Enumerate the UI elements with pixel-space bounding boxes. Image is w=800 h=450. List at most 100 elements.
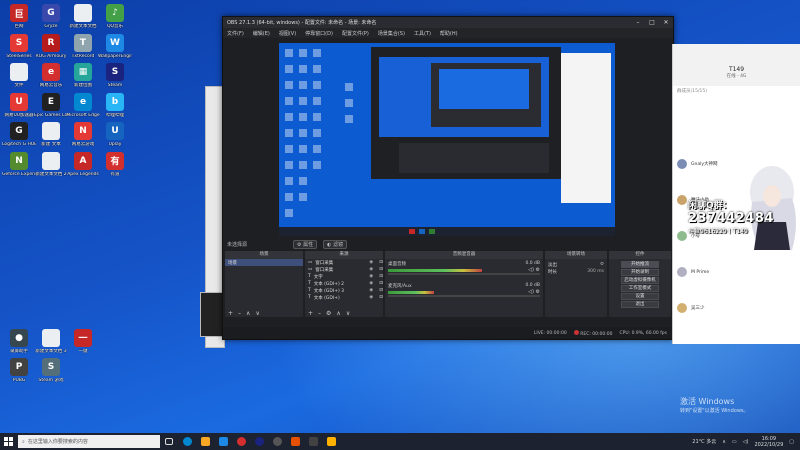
desktop-icon[interactable]: N Geforce Experience bbox=[2, 151, 36, 184]
desktop-icon[interactable]: G Logitech G HUB bbox=[2, 122, 36, 154]
desktop-icon[interactable]: N 网易云游戏 bbox=[66, 122, 100, 154]
desktop-icon[interactable]: E Epic Games Launcher bbox=[34, 92, 68, 125]
properties-button[interactable]: ⚙ 属性 bbox=[293, 240, 318, 249]
taskbar-obs[interactable] bbox=[268, 433, 286, 450]
taskbar-app[interactable] bbox=[286, 433, 304, 450]
desktop-icon[interactable]: P PUBG bbox=[2, 358, 36, 390]
taskbar-edge[interactable] bbox=[178, 433, 196, 450]
add-icon[interactable]: + bbox=[308, 310, 313, 317]
gear-icon[interactable]: ⚙ bbox=[536, 267, 540, 273]
transition-select[interactable]: 淡出 bbox=[548, 262, 557, 268]
lock-icon[interactable]: ⊡ bbox=[379, 295, 383, 300]
menu-item[interactable]: 场景集合(S) bbox=[378, 30, 405, 37]
menu-item[interactable]: 配置文件(P) bbox=[342, 30, 369, 37]
source-item[interactable]: T 文字 ◉ ⊡ bbox=[305, 273, 383, 280]
obs-title-bar[interactable]: OBS 27.1.3 (64-bit, windows) - 配置文件: 未命名… bbox=[223, 17, 673, 28]
volume-slider[interactable] bbox=[388, 273, 540, 275]
notification-icon[interactable]: ▢ bbox=[789, 439, 794, 445]
menu-item[interactable]: 视图(V) bbox=[279, 30, 296, 37]
gear-icon[interactable]: ⚙ bbox=[536, 289, 540, 295]
eye-icon[interactable]: ◉ bbox=[369, 267, 376, 272]
network-icon[interactable]: ▭ bbox=[732, 439, 737, 445]
desktop-icon[interactable]: 新建 文本 bbox=[34, 122, 68, 154]
weather-widget[interactable]: 21°C 多云 bbox=[692, 438, 716, 445]
menu-item[interactable]: 文件(F) bbox=[227, 30, 244, 37]
chevron-up-icon[interactable]: ∧ bbox=[722, 439, 726, 445]
desktop-icon[interactable]: b 哔哩哔哩 bbox=[98, 92, 132, 125]
desktop-icon[interactable]: S Steam bbox=[98, 63, 132, 95]
taskbar-explorer[interactable] bbox=[196, 433, 214, 450]
desktop-icon[interactable]: e 网易云音乐 bbox=[34, 63, 68, 95]
lock-icon[interactable]: ⊡ bbox=[379, 274, 383, 279]
settings-button[interactable]: 设置 bbox=[621, 293, 659, 300]
desktop-icon[interactable]: G Gryze bbox=[34, 4, 68, 36]
scene-item[interactable]: 场景 bbox=[225, 259, 303, 266]
speaker-icon[interactable]: ◁) bbox=[528, 289, 535, 295]
chevron-down-icon[interactable]: ⚙ bbox=[600, 262, 607, 267]
desktop-icon[interactable]: 有有道 bbox=[98, 151, 132, 184]
source-item[interactable]: ▭ 窗口采集 ◉ ⊡ bbox=[305, 259, 383, 266]
menu-item[interactable]: 停靠窗口(D) bbox=[305, 30, 333, 37]
desktop-icon[interactable]: 巨巨网 bbox=[2, 4, 36, 36]
eye-icon[interactable]: ◉ bbox=[369, 295, 376, 300]
desktop-icon[interactable]: ♪ QQ音乐 bbox=[98, 4, 132, 36]
desktop-icon[interactable]: T TxtRecord bbox=[66, 33, 100, 66]
up-icon[interactable]: ∧ bbox=[246, 310, 250, 317]
up-icon[interactable]: ∧ bbox=[336, 310, 340, 317]
desktop-icon[interactable]: 新建文本文档 2 bbox=[34, 151, 68, 184]
taskbar-steam[interactable] bbox=[250, 433, 268, 450]
desktop-icon[interactable]: ● 录屏助手 bbox=[2, 328, 36, 361]
eye-icon[interactable]: ◉ bbox=[369, 274, 376, 279]
obs-preview[interactable] bbox=[279, 43, 615, 236]
remove-icon[interactable]: – bbox=[238, 310, 241, 317]
eye-icon[interactable]: ◉ bbox=[369, 281, 376, 286]
desktop-icon[interactable]: U 网易UU加速器 bbox=[2, 92, 36, 125]
add-icon[interactable]: + bbox=[228, 310, 233, 317]
source-item[interactable]: T 文本 (GDI+) ◉ ⊡ bbox=[305, 294, 383, 301]
menu-item[interactable]: 帮助(H) bbox=[440, 30, 458, 37]
obs-window[interactable]: OBS 27.1.3 (64-bit, windows) - 配置文件: 未命名… bbox=[222, 16, 674, 340]
maximize-icon[interactable]: □ bbox=[645, 19, 659, 26]
eye-icon[interactable]: ◉ bbox=[369, 288, 376, 293]
lock-icon[interactable]: ⊡ bbox=[379, 281, 383, 286]
exit-button[interactable]: 退出 bbox=[621, 301, 659, 308]
desktop-icon[interactable]: A Apex Legends bbox=[66, 151, 100, 184]
start-button[interactable] bbox=[0, 433, 16, 450]
desktop-icon[interactable]: ▦ 新建位图 bbox=[66, 63, 100, 95]
lock-icon[interactable]: ⊡ bbox=[379, 267, 383, 272]
desktop-icon[interactable]: 文件 bbox=[2, 63, 36, 95]
down-icon[interactable]: ∨ bbox=[346, 310, 350, 317]
filters-button[interactable]: ◐ 滤镜 bbox=[323, 240, 348, 249]
studio-mode-button[interactable]: 工作室模式 bbox=[621, 285, 659, 292]
menu-item[interactable]: 工具(T) bbox=[414, 30, 431, 37]
eye-icon[interactable]: ◉ bbox=[369, 260, 376, 265]
close-icon[interactable]: ✕ bbox=[659, 19, 673, 26]
lock-icon[interactable]: ⊡ bbox=[379, 260, 383, 265]
start-recording-button[interactable]: 开始录制 bbox=[621, 269, 659, 276]
remove-icon[interactable]: – bbox=[318, 310, 321, 317]
desktop-icon[interactable]: S SteelSeries bbox=[2, 33, 36, 66]
volume-icon[interactable]: ◁) bbox=[743, 439, 749, 445]
lock-icon[interactable]: ⊡ bbox=[379, 288, 383, 293]
task-view-button[interactable] bbox=[160, 433, 178, 450]
chat-list-item[interactable]: 吴三少 bbox=[673, 300, 800, 316]
desktop-icon[interactable]: W WallpaperEngine bbox=[98, 33, 132, 66]
source-item[interactable]: T 文本 (GDI+) 2 ◉ ⊡ bbox=[305, 280, 383, 287]
desktop-icon[interactable]: U Uplay bbox=[98, 122, 132, 154]
desktop-icon[interactable]: e Microsoft Edge bbox=[66, 92, 100, 125]
clock[interactable]: 16:09 2022/10/29 bbox=[754, 436, 783, 448]
start-virtual-camera-button[interactable]: 启动虚拟摄像机 bbox=[621, 277, 659, 284]
taskbar-search[interactable]: ⌕ 在这里输入你要搜索的内容 bbox=[18, 435, 160, 448]
taskbar-netease[interactable] bbox=[232, 433, 250, 450]
gear-icon[interactable]: ⚙ bbox=[326, 310, 331, 317]
chat-list-item[interactable]: M Prime bbox=[673, 264, 800, 280]
start-streaming-button[interactable]: 开始推流 bbox=[621, 261, 659, 268]
volume-slider[interactable] bbox=[388, 295, 540, 297]
duration-value[interactable]: 300 ms bbox=[587, 269, 607, 274]
taskbar-store[interactable] bbox=[214, 433, 232, 450]
desktop-icon[interactable]: S Steam 游戏 bbox=[34, 358, 68, 390]
desktop-icon[interactable]: 新建文本文档 bbox=[66, 4, 100, 36]
taskbar-app[interactable] bbox=[304, 433, 322, 450]
desktop-icon[interactable]: 新建文本文档 3 bbox=[34, 328, 68, 361]
desktop-icon[interactable]: 一一键 bbox=[66, 328, 100, 361]
